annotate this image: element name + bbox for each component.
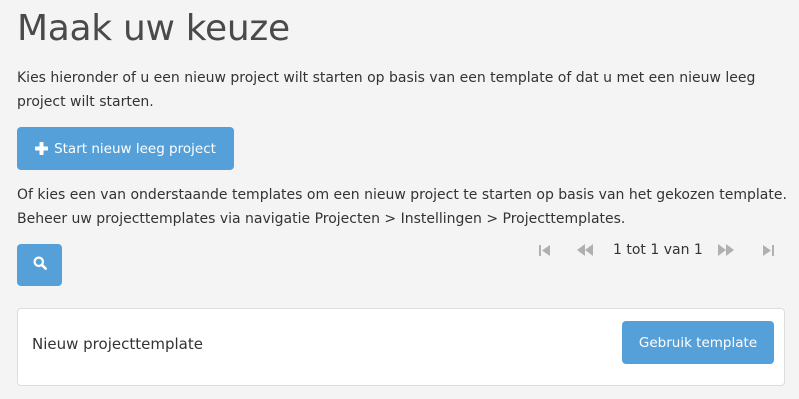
- template-card: Nieuw projecttemplate Gebruik template: [17, 308, 785, 386]
- previous-page-icon[interactable]: [577, 244, 593, 256]
- plus-icon: [35, 142, 49, 155]
- use-template-button[interactable]: Gebruik template: [622, 321, 774, 364]
- search-button[interactable]: [17, 244, 62, 286]
- templates-description: Of kies een van onderstaande templates o…: [17, 187, 787, 227]
- start-new-empty-project-button[interactable]: Start nieuw leeg project: [17, 127, 234, 170]
- pagination-info: 1 tot 1 van 1: [613, 242, 703, 258]
- search-icon: [33, 256, 47, 274]
- template-name: Nieuw projecttemplate: [32, 335, 203, 353]
- page-title: Maak uw keuze: [17, 8, 290, 49]
- last-page-icon[interactable]: [762, 244, 774, 257]
- next-page-icon[interactable]: [718, 244, 734, 256]
- start-new-empty-project-label: Start nieuw leeg project: [54, 140, 216, 157]
- intro-text: Kies hieronder of u een nieuw project wi…: [17, 70, 756, 110]
- pagination: 1 tot 1 van 1: [535, 236, 785, 264]
- first-page-icon[interactable]: [539, 244, 551, 257]
